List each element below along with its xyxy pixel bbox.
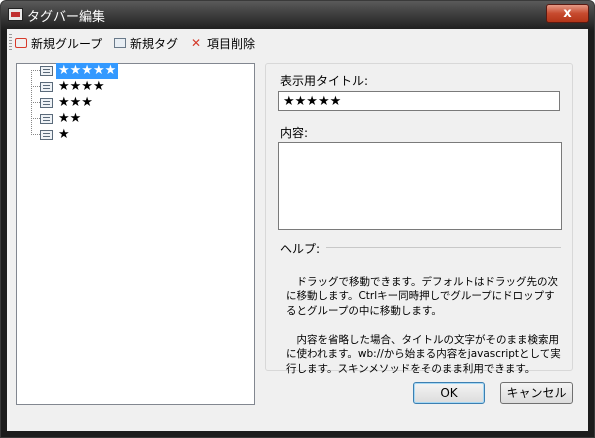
new-group-icon — [15, 38, 27, 48]
tree-branch-line — [31, 86, 40, 87]
help-paragraph: 内容を省略した場合、タイトルの文字がそのまま検索用に使われます。wb://から始… — [286, 333, 561, 375]
window-title: タグバー編集 — [27, 10, 106, 25]
cancel-button[interactable]: キャンセル — [500, 382, 573, 404]
title-input[interactable]: ★★★★★ — [278, 91, 560, 111]
tree-branch-line — [31, 134, 40, 135]
tree-item-label: ★ — [58, 127, 70, 142]
tag-tree[interactable]: ★★★★★ ★★★★ ★★★ ★★ ★ — [16, 63, 255, 405]
content-field-label: 内容: — [280, 126, 309, 140]
help-heading: ヘルプ: — [280, 240, 327, 257]
new-tag-icon — [114, 38, 126, 48]
tree-branch-line — [31, 118, 40, 119]
tag-properties-panel: 表示用タイトル: ★★★★★ 内容: ヘルプ: ドラッグで移動できます。デフォル… — [265, 63, 573, 375]
toolbar-grip-icon — [9, 34, 12, 51]
tree-item-label: ★★★★ — [58, 79, 105, 94]
delete-icon: ✕ — [191, 36, 202, 50]
tree-item-label: ★★ — [58, 111, 82, 126]
help-text: ドラッグで移動できます。デフォルトはドラッグ先の次に移動します。Ctrlキー同時… — [286, 260, 562, 391]
app-icon — [8, 8, 23, 21]
new-tag-label: 新規タグ — [130, 36, 179, 51]
help-paragraph: ドラッグで移動できます。デフォルトはドラッグ先の次に移動します。Ctrlキー同時… — [286, 275, 558, 317]
tag-node-icon — [40, 66, 53, 76]
toolbar: 新規グループ 新規タグ ✕ 項目削除 — [7, 29, 588, 55]
tree-branch-line — [31, 70, 40, 71]
close-button[interactable]: x — [546, 4, 589, 23]
new-group-label: 新規グループ — [31, 36, 103, 51]
help-divider — [324, 247, 561, 248]
dialog-body: 新規グループ 新規タグ ✕ 項目削除 ★★★★★ ★★★★ ★★★ ★★ ★ 表… — [7, 29, 588, 431]
tag-node-icon — [40, 82, 53, 92]
tree-item-label: ★★★ — [58, 95, 93, 110]
new-tag-button[interactable]: 新規タグ — [114, 35, 178, 51]
dialog-window: タグバー編集 x 新規グループ 新規タグ ✕ 項目削除 ★★★★★ ★★★★ ★… — [0, 0, 595, 438]
new-group-button[interactable]: 新規グループ — [15, 35, 102, 51]
content-textarea[interactable] — [278, 142, 562, 230]
title-bar[interactable]: タグバー編集 x — [1, 1, 594, 29]
delete-item-button[interactable]: ✕ 項目削除 — [191, 35, 255, 51]
ok-button[interactable]: OK — [413, 382, 485, 404]
delete-item-label: 項目削除 — [207, 36, 256, 51]
tree-branch-line — [31, 102, 40, 103]
tag-node-icon — [40, 114, 53, 124]
tag-node-icon — [40, 130, 53, 140]
tag-node-icon — [40, 98, 53, 108]
tree-item-label: ★★★★★ — [56, 63, 119, 79]
title-field-label: 表示用タイトル: — [280, 74, 369, 88]
